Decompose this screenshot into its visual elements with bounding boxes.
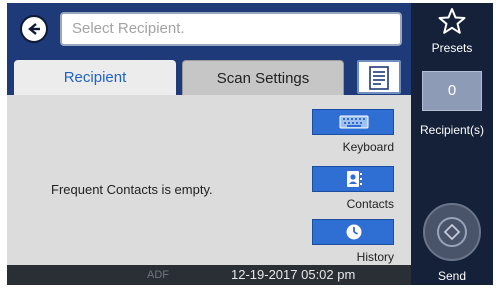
contacts-label: Contacts xyxy=(346,197,394,211)
main-area: Select Recipient. Recipient Scan Setting… xyxy=(7,3,411,285)
status-bar: ADF 12-19-2017 05:02 pm xyxy=(7,265,411,285)
contacts-button-face[interactable] xyxy=(312,166,394,192)
top-bar: Select Recipient. xyxy=(7,3,411,55)
send-button[interactable] xyxy=(423,203,481,261)
back-button[interactable] xyxy=(20,15,48,43)
tab-recipient[interactable]: Recipient xyxy=(14,60,176,95)
document-icon xyxy=(369,66,389,90)
diamond-start-icon xyxy=(443,223,461,241)
send-label: Send xyxy=(437,269,467,283)
recipient-search-input[interactable]: Select Recipient. xyxy=(60,12,402,46)
arrow-left-icon xyxy=(28,23,40,35)
clock-icon xyxy=(346,224,362,240)
keyboard-button-face[interactable] xyxy=(312,109,394,135)
keyboard-button[interactable]: Keyboard xyxy=(312,109,394,154)
keyboard-label: Keyboard xyxy=(342,140,394,154)
keyboard-icon xyxy=(339,115,369,129)
adf-indicator: ADF xyxy=(147,269,169,281)
printer-screen: Select Recipient. Recipient Scan Setting… xyxy=(7,3,493,285)
empty-contacts-message: Frequent Contacts is empty. xyxy=(51,182,213,197)
recipient-count: 0 xyxy=(422,71,482,111)
presets-label: Presets xyxy=(431,41,473,55)
history-button[interactable]: History xyxy=(312,219,394,264)
recipient-content: Frequent Contacts is empty. Keyboard Con… xyxy=(7,95,411,265)
recipients-label: Recipient(s) xyxy=(419,123,485,137)
tab-bar: Recipient Scan Settings xyxy=(7,55,411,95)
presets-button[interactable]: Presets xyxy=(411,7,493,55)
right-panel: Presets 0 Recipient(s) Send xyxy=(411,3,493,285)
history-button-face[interactable] xyxy=(312,219,394,245)
datetime-text: 12-19-2017 05:02 pm xyxy=(231,267,356,282)
tab-scan-settings[interactable]: Scan Settings xyxy=(182,60,344,95)
history-label: History xyxy=(356,250,394,264)
contacts-icon xyxy=(347,171,362,187)
star-icon xyxy=(438,8,466,34)
contacts-button[interactable]: Contacts xyxy=(312,166,394,211)
document-button[interactable] xyxy=(357,60,401,94)
send-icon-ring xyxy=(437,217,467,247)
